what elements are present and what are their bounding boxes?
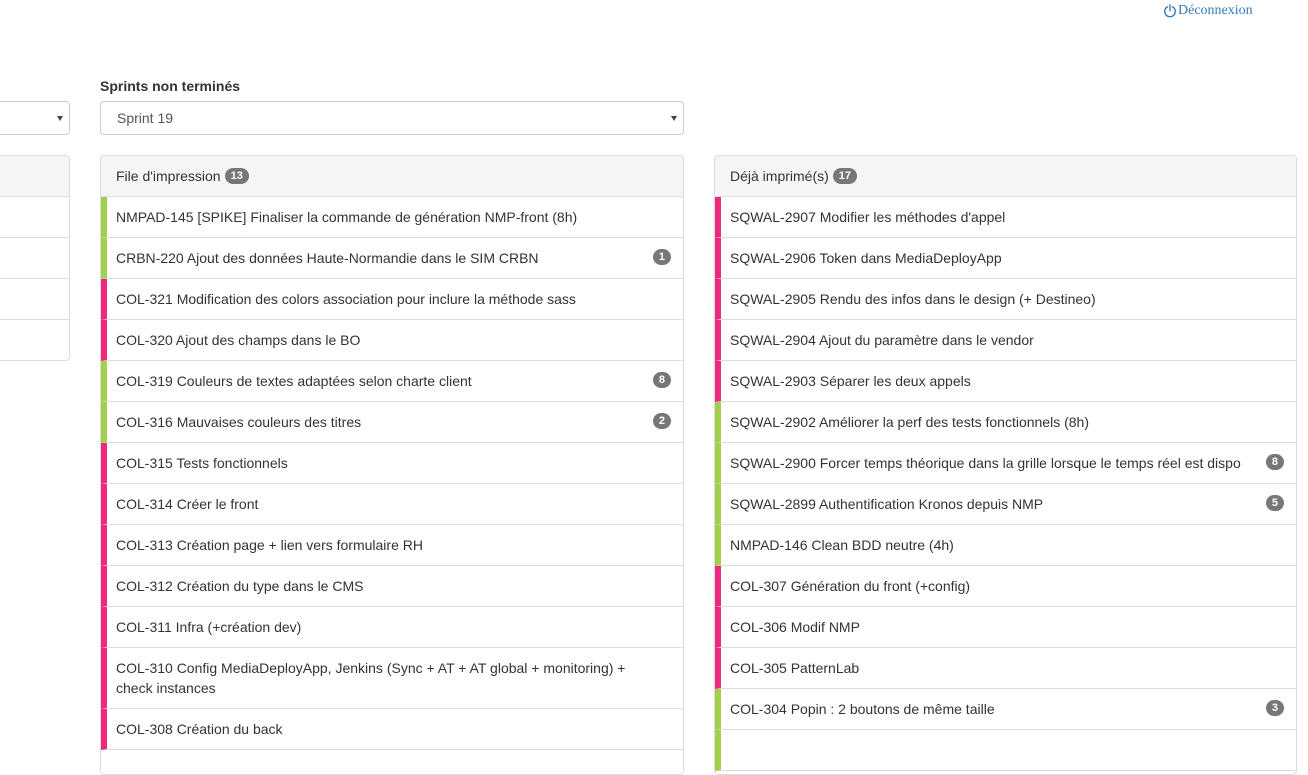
ticket-item[interactable]: CRBN-220 Ajout des données Haute-Normand… xyxy=(101,238,683,279)
ticket-item[interactable]: NMPAD-146 Clean BDD neutre (4h) xyxy=(715,525,1296,566)
ticket-item[interactable]: COL-307 Génération du front (+config) xyxy=(715,566,1296,607)
ticket-text: COL-310 Config MediaDeployApp, Jenkins (… xyxy=(116,660,626,696)
ticket-item[interactable]: COL-319 Couleurs de textes adaptées selo… xyxy=(101,361,683,402)
ticket-text: COL-305 PatternLab xyxy=(730,660,860,676)
ticket-item[interactable]: COL-310 Config MediaDeployApp, Jenkins (… xyxy=(101,648,683,709)
ticket-text: COL-314 Créer le front xyxy=(116,496,259,512)
ticket-text: NMPAD-146 Clean BDD neutre (4h) xyxy=(730,537,954,553)
ticket-text: SQWAL-2902 Améliorer la perf des tests f… xyxy=(730,414,1089,430)
ticket-text: SQWAL-2905 Rendu des infos dans le desig… xyxy=(730,291,1096,307)
ticket-text: SQWAL-2904 Ajout du paramètre dans le ve… xyxy=(730,332,1034,348)
ticket-item[interactable]: COL-306 Modif NMP xyxy=(715,607,1296,648)
print-queue-count-badge: 13 xyxy=(224,168,249,184)
ticket-text: SQWAL-2903 Séparer les deux appels xyxy=(730,373,971,389)
ticket-item[interactable]: COL-312 Création du type dans le CMS xyxy=(101,566,683,607)
ticket-item[interactable]: SQWAL-2907 Modifier les méthodes d'appel xyxy=(715,197,1296,238)
print-queue-title: File d'impression xyxy=(116,168,221,184)
ticket-text: CRBN-220 Ajout des données Haute-Normand… xyxy=(116,250,539,266)
ticket-badge: 5 xyxy=(1265,495,1284,511)
print-queue-heading: File d'impression 13 xyxy=(101,156,683,197)
ticket-item[interactable] xyxy=(715,730,1296,771)
ticket-item[interactable]: COL-321 Modification des colors associat… xyxy=(101,279,683,320)
printed-title: Déjà imprimé(s) xyxy=(730,168,829,184)
ticket-item[interactable]: COL-316 Mauvaises couleurs des titres 2 xyxy=(101,402,683,443)
printed-heading: Déjà imprimé(s) 17 xyxy=(715,156,1296,197)
ticket-item[interactable]: COL-311 Infra (+création dev) xyxy=(101,607,683,648)
ticket-item[interactable]: NMPAD-145 [SPIKE] Finaliser la commande … xyxy=(101,197,683,238)
ticket-item[interactable]: COL-308 Création du back xyxy=(101,709,683,750)
ticket-item[interactable]: COL-314 Créer le front xyxy=(101,484,683,525)
ticket-item[interactable]: SQWAL-2903 Séparer les deux appels xyxy=(715,361,1296,402)
print-queue-panel: File d'impression 13 NMPAD-145 [SPIKE] F… xyxy=(100,155,684,775)
left-panel xyxy=(0,155,70,361)
list-item[interactable] xyxy=(0,197,69,238)
printed-list: SQWAL-2907 Modifier les méthodes d'appel… xyxy=(715,197,1296,771)
ticket-item[interactable]: COL-305 PatternLab xyxy=(715,648,1296,689)
sprint-select-value: Sprint 19 xyxy=(117,110,174,126)
list-item[interactable] xyxy=(0,238,69,279)
printed-count-badge: 17 xyxy=(832,168,858,184)
ticket-text: COL-306 Modif NMP xyxy=(730,619,860,635)
list-item[interactable] xyxy=(0,279,69,320)
ticket-badge: 1 xyxy=(652,249,671,265)
ticket-item[interactable]: SQWAL-2900 Forcer temps théorique dans l… xyxy=(715,443,1296,484)
ticket-text: NMPAD-145 [SPIKE] Finaliser la commande … xyxy=(116,209,578,225)
caret-down-icon xyxy=(57,116,63,121)
logout-link[interactable]: Déconnexion xyxy=(1163,1,1253,21)
ticket-text: COL-316 Mauvaises couleurs des titres xyxy=(116,414,362,430)
ticket-item[interactable]: SQWAL-2904 Ajout du paramètre dans le ve… xyxy=(715,320,1296,361)
list-item[interactable] xyxy=(0,320,69,360)
caret-down-icon xyxy=(671,116,677,121)
ticket-badge: 2 xyxy=(652,413,671,429)
logout-label: Déconnexion xyxy=(1178,3,1253,18)
ticket-item[interactable]: COL-315 Tests fonctionnels xyxy=(101,443,683,484)
ticket-text: SQWAL-2899 Authentification Kronos depui… xyxy=(730,496,1044,512)
ticket-text: COL-313 Création page + lien vers formul… xyxy=(116,537,423,553)
ticket-item[interactable]: COL-313 Création page + lien vers formul… xyxy=(101,525,683,566)
ticket-text: COL-307 Génération du front (+config) xyxy=(730,578,971,594)
ticket-badge: 8 xyxy=(1265,454,1284,470)
ticket-item[interactable]: COL-320 Ajout des champs dans le BO xyxy=(101,320,683,361)
ticket-item[interactable]: COL-304 Popin : 2 boutons de même taille… xyxy=(715,689,1296,730)
ticket-item[interactable]: SQWAL-2906 Token dans MediaDeployApp xyxy=(715,238,1296,279)
ticket-text: COL-311 Infra (+création dev) xyxy=(116,619,302,635)
ticket-text: COL-319 Couleurs de textes adaptées selo… xyxy=(116,373,472,389)
left-panel-heading xyxy=(0,156,69,197)
sprint-select[interactable]: Sprint 19 xyxy=(100,101,684,135)
ticket-item[interactable]: SQWAL-2899 Authentification Kronos depui… xyxy=(715,484,1296,525)
ticket-text: SQWAL-2906 Token dans MediaDeployApp xyxy=(730,250,1002,266)
ticket-text: COL-315 Tests fonctionnels xyxy=(116,455,288,471)
power-icon xyxy=(1164,4,1176,18)
ticket-text: SQWAL-2907 Modifier les méthodes d'appel xyxy=(730,209,1006,225)
print-queue-list: NMPAD-145 [SPIKE] Finaliser la commande … xyxy=(101,197,683,750)
sprint-filter-label: Sprints non terminés xyxy=(100,78,241,94)
project-select[interactable] xyxy=(0,101,70,135)
ticket-text: COL-312 Création du type dans le CMS xyxy=(116,578,364,594)
ticket-text: SQWAL-2900 Forcer temps théorique dans l… xyxy=(730,455,1241,471)
ticket-text: COL-320 Ajout des champs dans le BO xyxy=(116,332,361,348)
ticket-item[interactable]: SQWAL-2902 Améliorer la perf des tests f… xyxy=(715,402,1296,443)
ticket-badge: 3 xyxy=(1265,700,1284,716)
ticket-item[interactable]: SQWAL-2905 Rendu des infos dans le desig… xyxy=(715,279,1296,320)
ticket-badge: 8 xyxy=(652,372,671,388)
ticket-text: COL-321 Modification des colors associat… xyxy=(116,291,576,307)
printed-panel: Déjà imprimé(s) 17 SQWAL-2907 Modifier l… xyxy=(714,155,1297,775)
ticket-text: COL-304 Popin : 2 boutons de même taille xyxy=(730,701,995,717)
